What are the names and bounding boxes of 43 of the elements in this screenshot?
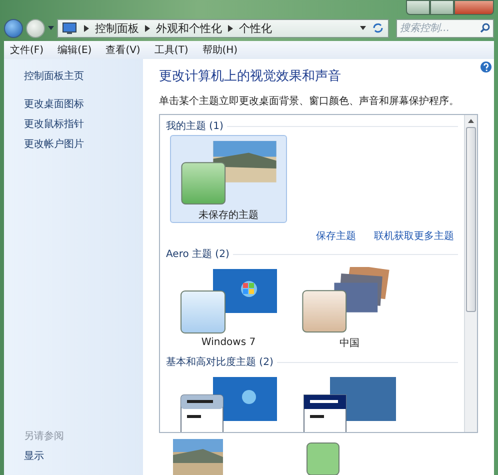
menu-item[interactable]: 编辑(E) <box>58 43 92 57</box>
menu-item[interactable]: 工具(T) <box>154 43 188 57</box>
group-title: Aero 主题 (2) <box>166 248 230 261</box>
search-icon[interactable] <box>480 22 490 32</box>
group-title: 我的主题 (1) <box>166 120 224 133</box>
page-description: 单击某个主题立即更改桌面背景、窗口颜色、声音和屏幕保护程序。 <box>159 94 460 108</box>
theme-tile[interactable]: 未保存的主题 <box>170 135 287 223</box>
breadcrumb[interactable]: 个性化 <box>239 20 272 36</box>
page-heading: 更改计算机上的视觉效果和声音 <box>159 68 342 85</box>
sidebar-link[interactable]: 更改桌面图标 <box>24 97 143 111</box>
theme-name: Windows 7 <box>201 337 256 348</box>
theme-link[interactable]: 联机获取更多主题 <box>374 229 454 243</box>
theme-tile[interactable]: Windows 7 <box>170 263 287 351</box>
dropdown-arrow-icon[interactable] <box>360 25 366 31</box>
sidebar-link[interactable]: 控制面板主页 <box>24 69 143 83</box>
help-icon[interactable] <box>480 61 492 73</box>
monitor-icon <box>62 22 78 34</box>
see-also-title: 另请参阅 <box>24 430 65 443</box>
theme-name: 未保存的主题 <box>198 208 258 222</box>
menu-item[interactable]: 帮助(H) <box>202 43 238 57</box>
address-bar[interactable]: 控制面板 外观和个性化 个性化 <box>57 18 389 38</box>
maximize-button[interactable] <box>430 0 454 15</box>
sidebar-link[interactable]: 更改鼠标指针 <box>24 117 143 131</box>
breadcrumb[interactable]: 控制面板 <box>95 20 139 36</box>
scrollbar-thumb[interactable] <box>466 127 476 312</box>
theme-link[interactable]: 保存主题 <box>316 229 356 243</box>
menu-item[interactable]: 查看(V) <box>106 43 140 57</box>
close-button[interactable] <box>454 0 494 15</box>
chevron-icon[interactable] <box>84 24 89 32</box>
theme-name: 中国 <box>340 336 360 350</box>
back-button[interactable] <box>4 18 23 38</box>
theme-tile[interactable]: 中国 <box>291 263 408 351</box>
chevron-icon[interactable] <box>228 24 233 32</box>
refresh-icon[interactable] <box>372 22 384 34</box>
sidebar-link[interactable]: 更改帐户图片 <box>24 137 143 151</box>
group-title: 基本和高对比度主题 (2) <box>166 356 274 369</box>
see-also-link[interactable]: 显示 <box>24 449 143 463</box>
search-field[interactable]: 搜索控制... <box>396 18 494 38</box>
minimize-button[interactable] <box>406 0 430 15</box>
forward-button[interactable] <box>26 18 45 38</box>
chevron-icon[interactable] <box>145 24 150 32</box>
menu-item[interactable]: 文件(F) <box>10 43 44 57</box>
breadcrumb[interactable]: 外观和个性化 <box>156 20 222 36</box>
